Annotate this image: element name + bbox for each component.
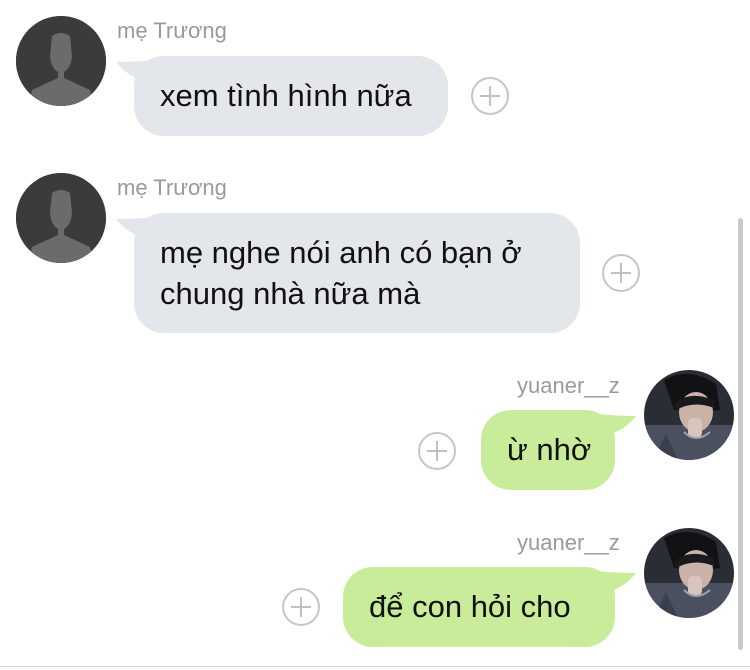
message-text-line: mẹ nghe nói anh có bạn ở — [160, 235, 522, 270]
add-reaction-icon[interactable] — [418, 432, 456, 470]
scrollbar[interactable] — [738, 218, 743, 650]
add-reaction-icon[interactable] — [282, 588, 320, 626]
sender-name: yuaner__z — [517, 530, 620, 555]
message-bubble[interactable]: để con hỏi cho — [343, 567, 615, 647]
message-text: ừ nhờ — [507, 432, 592, 467]
message-bubble[interactable]: xem tình hình nữa — [134, 56, 448, 136]
message-text: xem tình hình nữa — [160, 78, 412, 113]
sender-name: mẹ Trương — [117, 175, 227, 200]
message-bubble[interactable]: ừ nhờ — [481, 410, 615, 490]
sender-name: yuaner__z — [517, 373, 620, 398]
message-bubble[interactable]: mẹ nghe nói anh có bạn ở chung nhà nữa m… — [134, 213, 580, 333]
add-reaction-icon[interactable] — [602, 254, 640, 292]
message-text: để con hỏi cho — [369, 589, 571, 624]
user-avatar[interactable] — [644, 528, 734, 618]
default-avatar-icon[interactable] — [16, 16, 106, 106]
user-avatar[interactable] — [644, 370, 734, 460]
default-avatar-icon[interactable] — [16, 173, 106, 263]
divider — [0, 666, 750, 667]
sender-name: mẹ Trương — [117, 18, 227, 43]
message-text-line: chung nhà nữa mà — [160, 276, 421, 311]
add-reaction-icon[interactable] — [471, 77, 509, 115]
